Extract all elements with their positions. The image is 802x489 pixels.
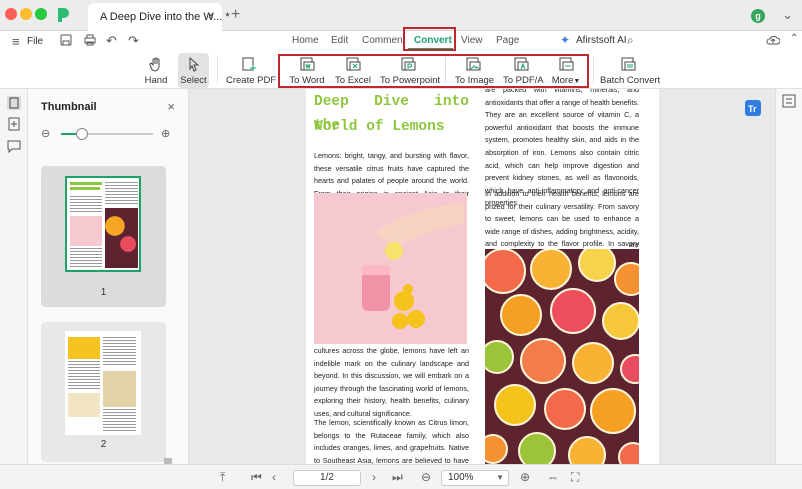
previous-page-skip-icon[interactable]: ⏮ (251, 470, 262, 485)
last-page-icon[interactable]: ⏭ (392, 470, 403, 485)
document-viewport[interactable]: Deep Dive into the World of Lemons Lemon… (189, 89, 775, 464)
hand-tool-button[interactable]: Hand (140, 53, 172, 88)
search-icon[interactable]: ⌕ (627, 33, 634, 48)
cursor-icon (189, 56, 199, 72)
previous-page-icon[interactable]: ‹ (272, 470, 276, 484)
app-logo-icon (58, 8, 69, 22)
ai-sparkle-icon: ✦ (560, 33, 571, 47)
file-menu[interactable]: File (27, 36, 43, 47)
batch-convert-button[interactable]: Batch Convert (600, 53, 660, 88)
thumbnail-page-number: 1 (100, 287, 107, 298)
close-icon[interactable]: × (167, 99, 175, 114)
comment-icon[interactable] (7, 139, 21, 153)
new-tab-button[interactable]: + (231, 6, 240, 24)
batch-convert-icon (621, 57, 636, 71)
hamburger-icon[interactable]: ≡ (12, 34, 20, 49)
title-bar: A Deep Dive into the W... * × + g ⌄ (0, 0, 802, 31)
select-tool-button[interactable]: Select (178, 53, 209, 88)
zoom-in-icon[interactable]: ⊕ (520, 470, 530, 484)
thumbnail-page-1[interactable]: 1 (41, 166, 166, 307)
fit-page-icon[interactable]: ⛶ (571, 470, 579, 485)
hand-icon (149, 57, 160, 72)
zoom-in-icon[interactable]: ⊕ (161, 127, 170, 140)
chevron-down-icon[interactable]: ⌄ (782, 7, 793, 23)
translate-icon[interactable]: Tr (744, 99, 762, 117)
status-bar: ⤒ ⏮ ‹ 1/2 › ⏭ ⊖ 100% ▼ ⊕ ⇔ ⛶ (0, 464, 802, 489)
slider-handle[interactable] (75, 128, 88, 140)
citrus-slices-image (485, 249, 639, 464)
toolbar-divider (593, 57, 594, 83)
thumbnail-panel-title: Thumbnail (41, 101, 97, 113)
thumbnail-page-number: 2 (100, 439, 107, 450)
bookmark-icon[interactable] (7, 117, 21, 131)
zoom-out-icon[interactable]: ⊖ (41, 127, 50, 140)
page-heading-line-2: World of Lemons (314, 119, 445, 135)
tab-edit[interactable]: Edit (331, 35, 348, 46)
create-pdf-icon (242, 57, 256, 71)
thumbnail-panel: Thumbnail × ⊖ ⊕ 1 2 (28, 89, 189, 464)
cloud-upload-icon[interactable] (766, 34, 780, 46)
next-page-icon[interactable]: › (372, 470, 376, 484)
tab-close-icon[interactable]: × (208, 10, 214, 22)
document-tab[interactable]: A Deep Dive into the W... * × (88, 3, 230, 31)
save-icon[interactable] (60, 34, 72, 46)
thumbnail-page-2[interactable]: 2 (41, 322, 166, 462)
zoom-out-icon[interactable]: ⊖ (421, 470, 431, 484)
left-icon-rail (0, 89, 28, 464)
create-pdf-button[interactable]: Create PDF (226, 53, 276, 88)
redo-icon[interactable]: ↷ (128, 33, 139, 49)
tab-home[interactable]: Home (292, 35, 319, 46)
minimize-window-button[interactable] (20, 8, 32, 20)
tab-view[interactable]: View (461, 35, 483, 46)
zoom-level-select[interactable]: 100% ▼ (441, 470, 509, 486)
zoom-window-button[interactable] (35, 8, 47, 20)
menu-bar: ≡ File ↶ ↷ Home Edit Comment Convert Vie… (0, 31, 802, 51)
thumbnail-panel-icon[interactable] (7, 96, 21, 110)
collapse-chevron-icon[interactable]: ⌃ (790, 33, 798, 44)
conversion-tools-highlight (278, 54, 589, 88)
close-window-button[interactable] (5, 8, 17, 20)
history-paragraph: cultures across the globe, lemons have l… (314, 346, 469, 418)
caret-down-icon: ▼ (496, 473, 504, 482)
page-number-input[interactable]: 1/2 (293, 470, 361, 486)
toolbar-divider (217, 57, 218, 83)
undo-icon[interactable]: ↶ (106, 33, 117, 49)
tab-page[interactable]: Page (496, 35, 519, 46)
thumbnail-preview (65, 176, 141, 272)
print-icon[interactable] (84, 34, 96, 46)
document-page: Deep Dive into the World of Lemons Lemon… (306, 89, 659, 464)
thumbnail-preview (65, 331, 141, 435)
fit-width-icon[interactable]: ⇔ (547, 470, 559, 484)
properties-icon[interactable] (782, 94, 796, 108)
lemon-drink-image (314, 193, 467, 344)
thumbnail-zoom-slider[interactable] (61, 133, 153, 135)
tab-comment[interactable]: Comment (362, 35, 405, 46)
ai-assistant-button[interactable]: Afirstsoft AI (576, 35, 627, 46)
botany-paragraph: The lemon, scientifically known as Citru… (314, 418, 469, 464)
right-side-panel (775, 89, 802, 464)
convert-tab-highlight (403, 27, 456, 51)
user-avatar[interactable]: g (751, 9, 765, 23)
svg-text:Tr: Tr (748, 104, 757, 114)
first-page-icon[interactable]: ⤒ (220, 470, 225, 485)
